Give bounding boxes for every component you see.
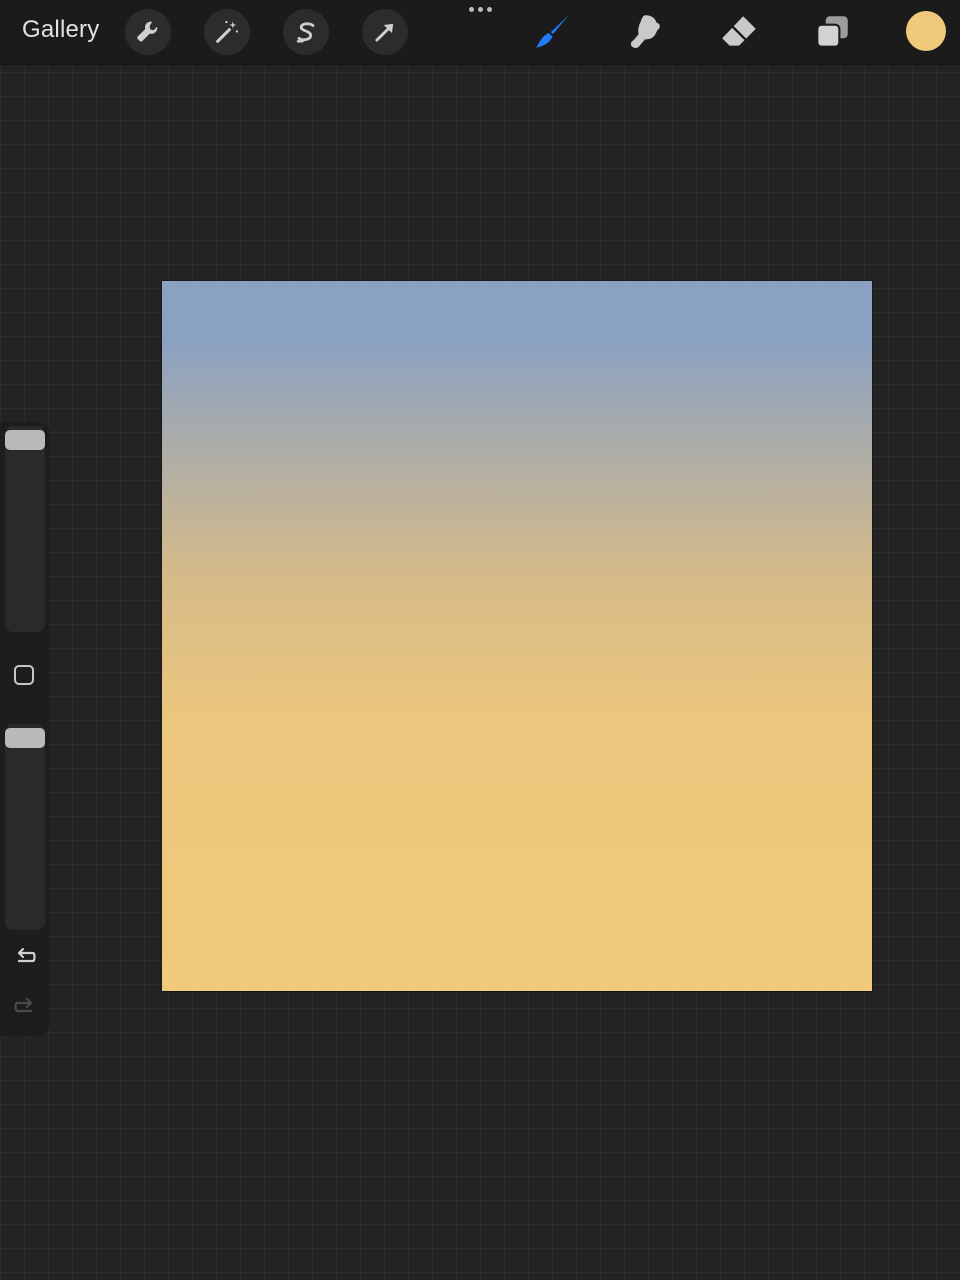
eraser-icon xyxy=(722,16,756,46)
selection-s-icon xyxy=(296,22,315,43)
transform-button[interactable] xyxy=(362,9,408,55)
actions-button[interactable] xyxy=(125,9,171,55)
layers-icon xyxy=(816,16,848,48)
layers-button[interactable] xyxy=(809,10,855,54)
modify-icon[interactable] xyxy=(14,665,34,685)
more-options-button[interactable] xyxy=(466,7,494,17)
brush-icon xyxy=(536,15,569,48)
top-toolbar: Gallery xyxy=(0,0,960,65)
selection-button[interactable] xyxy=(283,9,329,55)
dot-icon xyxy=(477,7,483,12)
opacity-slider-thumb[interactable] xyxy=(5,728,45,748)
magic-wand-icon xyxy=(216,20,239,43)
brush-tool-button[interactable] xyxy=(530,10,576,54)
brush-size-slider[interactable] xyxy=(5,426,45,632)
drawing-canvas[interactable] xyxy=(162,281,872,991)
redo-button[interactable] xyxy=(12,994,38,1020)
color-picker-button[interactable] xyxy=(906,11,946,51)
eraser-tool-button[interactable] xyxy=(716,10,762,54)
redo-icon xyxy=(14,997,33,1013)
opacity-slider[interactable] xyxy=(5,724,45,930)
smudge-icon xyxy=(630,15,660,49)
wrench-icon xyxy=(137,21,158,42)
undo-icon xyxy=(17,947,36,963)
dot-icon xyxy=(468,7,474,12)
move-arrow-icon xyxy=(375,23,394,42)
left-sidebar xyxy=(0,422,49,1036)
smudge-tool-button[interactable] xyxy=(623,10,669,54)
undo-button[interactable] xyxy=(12,944,38,970)
adjustments-button[interactable] xyxy=(204,9,250,55)
dot-icon xyxy=(486,7,492,12)
gallery-button[interactable]: Gallery xyxy=(22,16,99,44)
brush-size-slider-thumb[interactable] xyxy=(5,430,45,450)
